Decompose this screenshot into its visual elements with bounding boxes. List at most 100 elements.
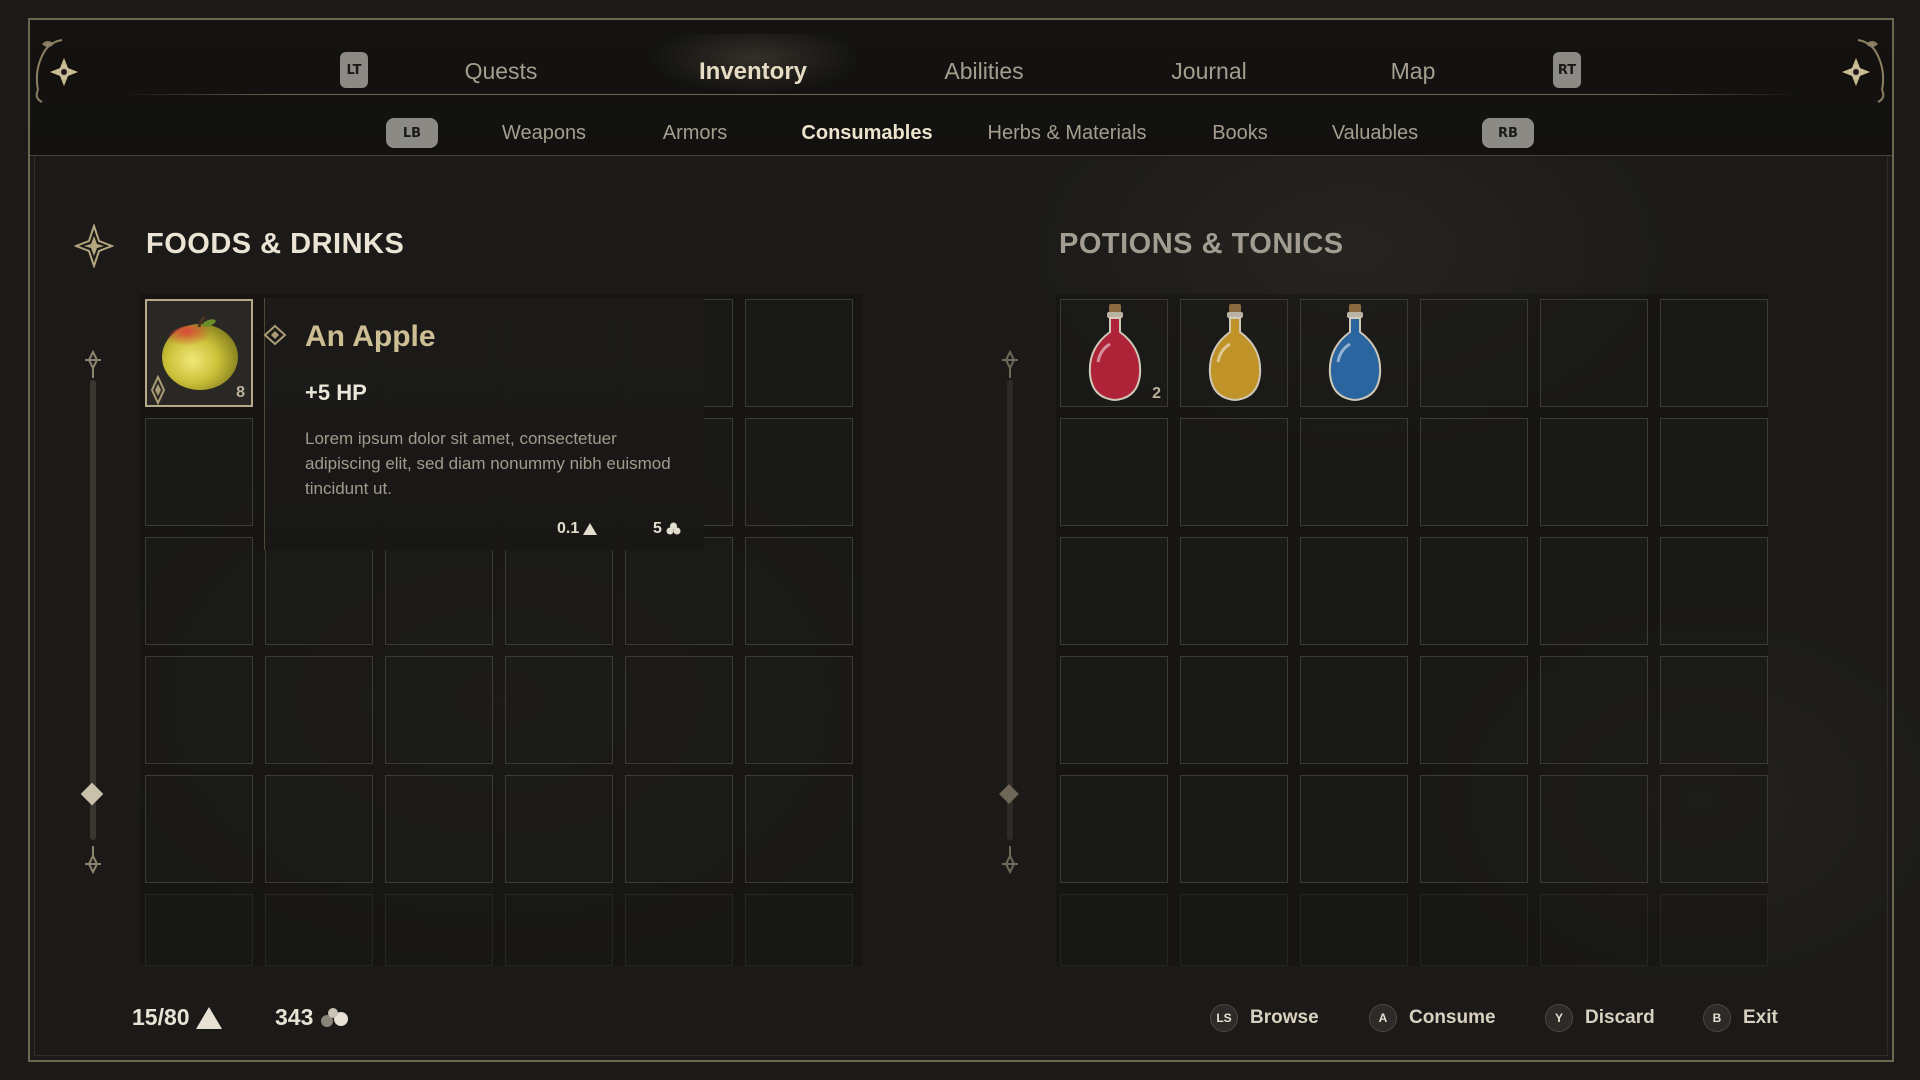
- tab-inventory[interactable]: Inventory: [699, 58, 807, 86]
- potion-slot[interactable]: [1420, 894, 1528, 966]
- food-slot[interactable]: [145, 537, 253, 645]
- food-slot[interactable]: [385, 894, 493, 966]
- prompt-exit[interactable]: B Exit: [1703, 1004, 1778, 1032]
- prompt-browse[interactable]: LS Browse: [1210, 1004, 1319, 1032]
- potion-slot[interactable]: [1060, 656, 1168, 764]
- food-slot[interactable]: [145, 418, 253, 526]
- subtab-herbs-materials[interactable]: Herbs & Materials: [988, 122, 1147, 145]
- subtab-valuables[interactable]: Valuables: [1332, 122, 1418, 145]
- potion-slot[interactable]: [1660, 656, 1768, 764]
- prompt-discard-label: Discard: [1585, 1007, 1655, 1028]
- potion-slot[interactable]: [1540, 656, 1648, 764]
- potion-slot[interactable]: [1660, 537, 1768, 645]
- food-slot[interactable]: [145, 656, 253, 764]
- potion-slot[interactable]: [1540, 418, 1648, 526]
- potion-slot[interactable]: [1540, 299, 1648, 407]
- blue-potion-slot[interactable]: [1300, 299, 1408, 407]
- potion-slot[interactable]: [1660, 894, 1768, 966]
- yellow-potion-slot[interactable]: [1180, 299, 1288, 407]
- ls-button-icon: LS: [1210, 1004, 1238, 1032]
- potion-slot[interactable]: [1060, 537, 1168, 645]
- red-potion-slot[interactable]: 2: [1060, 299, 1168, 407]
- potion-slot[interactable]: [1180, 418, 1288, 526]
- food-slot[interactable]: [745, 775, 853, 883]
- food-slot[interactable]: [145, 775, 253, 883]
- lb-button-badge[interactable]: LB: [386, 118, 438, 148]
- prompt-exit-label: Exit: [1743, 1007, 1778, 1028]
- header-divider: [120, 94, 1800, 95]
- potion-slot[interactable]: [1060, 418, 1168, 526]
- potion-slot[interactable]: [1300, 775, 1408, 883]
- potion-slot[interactable]: [1540, 894, 1648, 966]
- tab-quests[interactable]: Quests: [465, 58, 538, 85]
- food-slot[interactable]: [745, 299, 853, 407]
- potion-slot[interactable]: [1420, 537, 1528, 645]
- food-slot[interactable]: [505, 775, 613, 883]
- food-slot[interactable]: [385, 775, 493, 883]
- potion-slot[interactable]: [1420, 299, 1528, 407]
- potion-slot[interactable]: [1420, 775, 1528, 883]
- subtab-books[interactable]: Books: [1212, 122, 1268, 145]
- prompt-browse-label: Browse: [1250, 1007, 1319, 1028]
- food-slot[interactable]: [265, 894, 373, 966]
- red-potion-icon: [1088, 304, 1142, 402]
- food-slot[interactable]: [745, 418, 853, 526]
- food-slot[interactable]: [265, 775, 373, 883]
- potion-slot[interactable]: [1660, 299, 1768, 407]
- potion-slot[interactable]: [1420, 656, 1528, 764]
- potion-slot[interactable]: [1300, 418, 1408, 526]
- rt-button-badge[interactable]: RT: [1553, 52, 1581, 88]
- food-slot[interactable]: [505, 894, 613, 966]
- subtab-armors[interactable]: Armors: [663, 122, 727, 145]
- weight-icon: [583, 523, 598, 535]
- food-slot[interactable]: [745, 894, 853, 966]
- potion-slot[interactable]: [1180, 775, 1288, 883]
- prompt-consume[interactable]: A Consume: [1369, 1004, 1496, 1032]
- food-slot[interactable]: [625, 537, 733, 645]
- food-slot[interactable]: [265, 537, 373, 645]
- coins-icon: [666, 522, 681, 535]
- item-weight: 0.1: [557, 520, 598, 538]
- lt-button-badge[interactable]: LT: [340, 52, 368, 88]
- potion-slot[interactable]: [1060, 894, 1168, 966]
- potions-scroll-track[interactable]: [1007, 380, 1013, 840]
- food-slot[interactable]: [385, 537, 493, 645]
- food-slot[interactable]: [745, 656, 853, 764]
- apple-count: 8: [236, 384, 245, 401]
- item-weight-value: 0.1: [557, 520, 580, 537]
- potion-slot[interactable]: [1300, 894, 1408, 966]
- foods-scroll-track[interactable]: [90, 380, 96, 840]
- potion-slot[interactable]: [1540, 537, 1648, 645]
- food-slot[interactable]: [385, 656, 493, 764]
- rb-button-badge[interactable]: RB: [1482, 118, 1534, 148]
- tab-journal[interactable]: Journal: [1171, 58, 1246, 85]
- food-slot[interactable]: [625, 894, 733, 966]
- potion-slot[interactable]: [1420, 418, 1528, 526]
- potion-slot[interactable]: [1300, 537, 1408, 645]
- carry-weight: 15/80: [132, 1004, 222, 1031]
- food-slot[interactable]: [745, 537, 853, 645]
- potion-slot[interactable]: [1060, 775, 1168, 883]
- potion-slot[interactable]: [1300, 656, 1408, 764]
- food-slot[interactable]: [265, 656, 373, 764]
- yellow-potion-icon: [1208, 304, 1262, 402]
- potion-slot[interactable]: [1660, 775, 1768, 883]
- potion-slot[interactable]: [1180, 656, 1288, 764]
- potion-slot[interactable]: [1180, 894, 1288, 966]
- y-button-icon: Y: [1545, 1004, 1573, 1032]
- potion-slot[interactable]: [1660, 418, 1768, 526]
- subtab-weapons[interactable]: Weapons: [502, 122, 586, 145]
- subtab-consumables[interactable]: Consumables: [801, 122, 932, 145]
- food-slot[interactable]: [145, 894, 253, 966]
- potion-slot[interactable]: [1540, 775, 1648, 883]
- tab-abilities[interactable]: Abilities: [944, 58, 1023, 85]
- food-slot[interactable]: [505, 656, 613, 764]
- prompt-consume-label: Consume: [1409, 1007, 1496, 1028]
- food-slot[interactable]: [625, 775, 733, 883]
- prompt-discard[interactable]: Y Discard: [1545, 1004, 1655, 1032]
- apple-slot[interactable]: 8: [145, 299, 253, 407]
- potion-slot[interactable]: [1180, 537, 1288, 645]
- food-slot[interactable]: [505, 537, 613, 645]
- food-slot[interactable]: [625, 656, 733, 764]
- tab-map[interactable]: Map: [1391, 58, 1436, 85]
